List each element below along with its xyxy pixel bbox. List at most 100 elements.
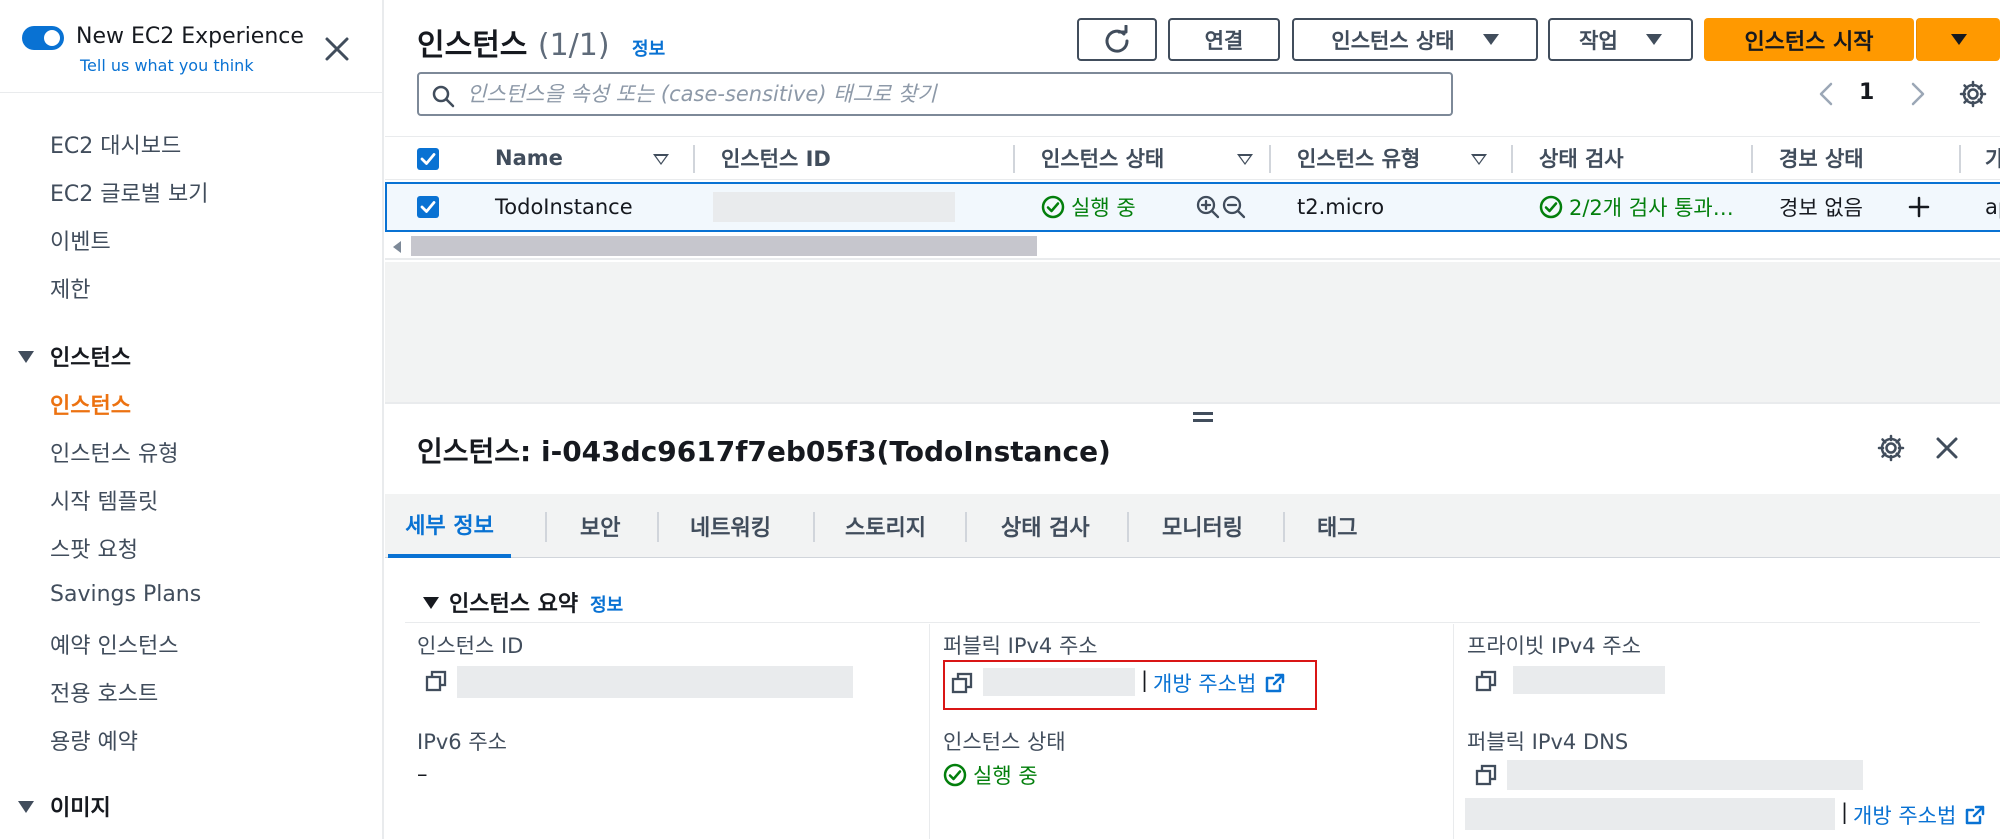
external-link-icon (1266, 673, 1285, 693)
open-address-link[interactable]: 개방 주소법 (1853, 800, 1986, 830)
page-number[interactable]: 1 (1859, 80, 1874, 105)
resize-handle[interactable] (1193, 412, 1213, 424)
next-page-button[interactable] (1905, 80, 1929, 108)
sidebar-item-capacity-reservations[interactable]: 용량 예약 (50, 724, 138, 756)
sidebar-section-instances[interactable]: 인스턴스 (18, 340, 131, 372)
column-separator[interactable] (1751, 145, 1753, 173)
gear-icon[interactable] (1877, 434, 1905, 462)
close-icon[interactable] (322, 34, 352, 64)
detail-title: 인스턴스: i-043dc9617f7eb05f3(TodoInstance) (417, 435, 1111, 468)
instance-state-dropdown[interactable]: 인스턴스 상태 (1292, 18, 1538, 61)
column-header-name[interactable]: Name (495, 137, 563, 179)
status-check-text[interactable]: 2/2개 검사 통과… (1569, 192, 1734, 222)
cell-instance-type: t2.micro (1297, 195, 1385, 219)
close-icon[interactable] (1933, 434, 1961, 462)
info-link[interactable]: 정보 (590, 595, 623, 616)
zoom-in-icon[interactable] (1195, 194, 1221, 220)
tab-monitoring[interactable]: 모니터링 (1162, 494, 1243, 558)
column-separator[interactable] (1269, 145, 1271, 173)
prev-page-button[interactable] (1815, 80, 1839, 108)
sort-icon[interactable] (653, 154, 669, 165)
tab-tags[interactable]: 태그 (1317, 494, 1357, 558)
caret-down-icon (423, 597, 439, 609)
tab-details[interactable]: 세부 정보 (388, 494, 511, 558)
scroll-left-icon[interactable] (393, 241, 401, 253)
copy-icon[interactable] (425, 670, 447, 692)
info-link[interactable]: 정보 (632, 39, 665, 60)
sidebar-item-events[interactable]: 이벤트 (50, 224, 111, 256)
ipv6-value: – (417, 762, 428, 786)
sidebar-item-instance-types[interactable]: 인스턴스 유형 (50, 436, 178, 468)
column-header-status-check[interactable]: 상태 검사 (1539, 137, 1624, 179)
refresh-button[interactable] (1077, 18, 1157, 61)
zoom-out-icon[interactable] (1221, 194, 1247, 220)
select-all-checkbox[interactable] (417, 148, 439, 170)
launch-options-dropdown[interactable] (1916, 18, 2000, 61)
scrollbar-thumb[interactable] (411, 236, 1037, 256)
copy-icon[interactable] (1475, 670, 1497, 692)
sidebar-item-launch-templates[interactable]: 시작 템플릿 (50, 484, 158, 516)
section-instance-summary[interactable]: 인스턴스 요약 정보 (423, 586, 623, 618)
redacted-instance-id (713, 192, 955, 222)
instances-list-panel: 인스턴스 (1/1) 정보 연결 인스턴스 상태 작업 인스턴스 시작 1 Na… (385, 0, 2000, 402)
section-divider (405, 622, 1980, 623)
add-alarm-button[interactable] (1907, 184, 1931, 230)
gear-icon[interactable] (1959, 80, 1987, 108)
sidebar-item-spot-requests[interactable]: 스팟 요청 (50, 532, 138, 564)
row-checkbox[interactable] (417, 196, 439, 218)
column-separator[interactable] (1959, 145, 1961, 173)
launch-instances-button[interactable]: 인스턴스 시작 (1704, 18, 1914, 61)
tab-separator (1127, 512, 1129, 542)
search-input[interactable] (467, 80, 1427, 108)
tab-security[interactable]: 보안 (580, 494, 620, 558)
instance-state-text: 실행 중 (1071, 196, 1136, 220)
tab-separator (1283, 512, 1285, 542)
tab-networking[interactable]: 네트워킹 (690, 494, 771, 558)
open-address-link[interactable]: 개방 주소법 (1153, 668, 1286, 698)
column-separator[interactable] (1013, 145, 1015, 173)
detail-tabs: 세부 정보 보안 네트워킹 스토리지 상태 검사 모니터링 태그 (385, 494, 2000, 558)
connect-button[interactable]: 연결 (1168, 18, 1280, 61)
column-separator[interactable] (693, 145, 695, 173)
sidebar-section-images[interactable]: 이미지 (18, 790, 111, 822)
actions-dropdown[interactable]: 작업 (1548, 18, 1693, 61)
sort-icon[interactable] (1471, 154, 1487, 165)
table-row[interactable]: TodoInstance 실행 중 t2.micro 2/2개 검사 통과… 경… (385, 182, 2000, 232)
copy-icon[interactable] (1475, 764, 1497, 786)
side-navigation: New EC2 Experience Tell us what you thin… (0, 0, 384, 839)
public-dns-label: 퍼블릭 IPv4 DNS (1467, 730, 1629, 754)
redacted-public-ip (983, 668, 1135, 696)
tab-status-checks[interactable]: 상태 검사 (1001, 494, 1090, 558)
search-box[interactable] (417, 72, 1453, 116)
new-experience-toggle[interactable] (22, 26, 64, 50)
sidebar-item-limits[interactable]: 제한 (50, 272, 90, 304)
column-header-instance-state[interactable]: 인스턴스 상태 (1041, 137, 1164, 179)
sidebar-item-dedicated-hosts[interactable]: 전용 호스트 (50, 676, 158, 708)
open-address-text: 개방 주소법 (1853, 804, 1957, 828)
state-text: 실행 중 (973, 764, 1038, 788)
tab-storage[interactable]: 스토리지 (845, 494, 926, 558)
sidebar-item-ec2-global-view[interactable]: EC2 글로벌 보기 (50, 176, 208, 208)
column-header-alarm-status[interactable]: 경보 상태 (1779, 137, 1864, 179)
column-header-availability-zone[interactable]: 가 (1985, 137, 2000, 179)
sidebar-item-ec2-dashboard[interactable]: EC2 대시보드 (50, 128, 181, 160)
cell-availability-zone: ap (1985, 195, 2000, 219)
sidebar-item-savings-plans[interactable]: Savings Plans (50, 582, 201, 607)
private-ipv4-label: 프라이빗 IPv4 주소 (1467, 634, 1641, 658)
column-header-instance-type[interactable]: 인스턴스 유형 (1297, 137, 1420, 179)
instance-state-label: 인스턴스 상태 (943, 730, 1066, 754)
check-circle-icon (1539, 195, 1563, 219)
sidebar-item-instances[interactable]: 인스턴스 (50, 388, 131, 420)
column-separator[interactable] (1511, 145, 1513, 173)
feedback-link[interactable]: Tell us what you think (80, 56, 254, 75)
sort-icon[interactable] (1237, 154, 1253, 165)
list-empty-area (385, 262, 2000, 402)
column-header-instance-id[interactable]: 인스턴스 ID (721, 137, 831, 179)
copy-icon[interactable] (951, 672, 973, 694)
chevron-down-icon (1645, 34, 1662, 45)
cell-status-check: 2/2개 검사 통과… (1539, 184, 1734, 230)
caret-down-icon (18, 801, 34, 813)
sidebar-item-reserved-instances[interactable]: 예약 인스턴스 (50, 628, 178, 660)
instance-count: (1/1) (537, 28, 610, 63)
zoom-controls (1195, 184, 1247, 230)
